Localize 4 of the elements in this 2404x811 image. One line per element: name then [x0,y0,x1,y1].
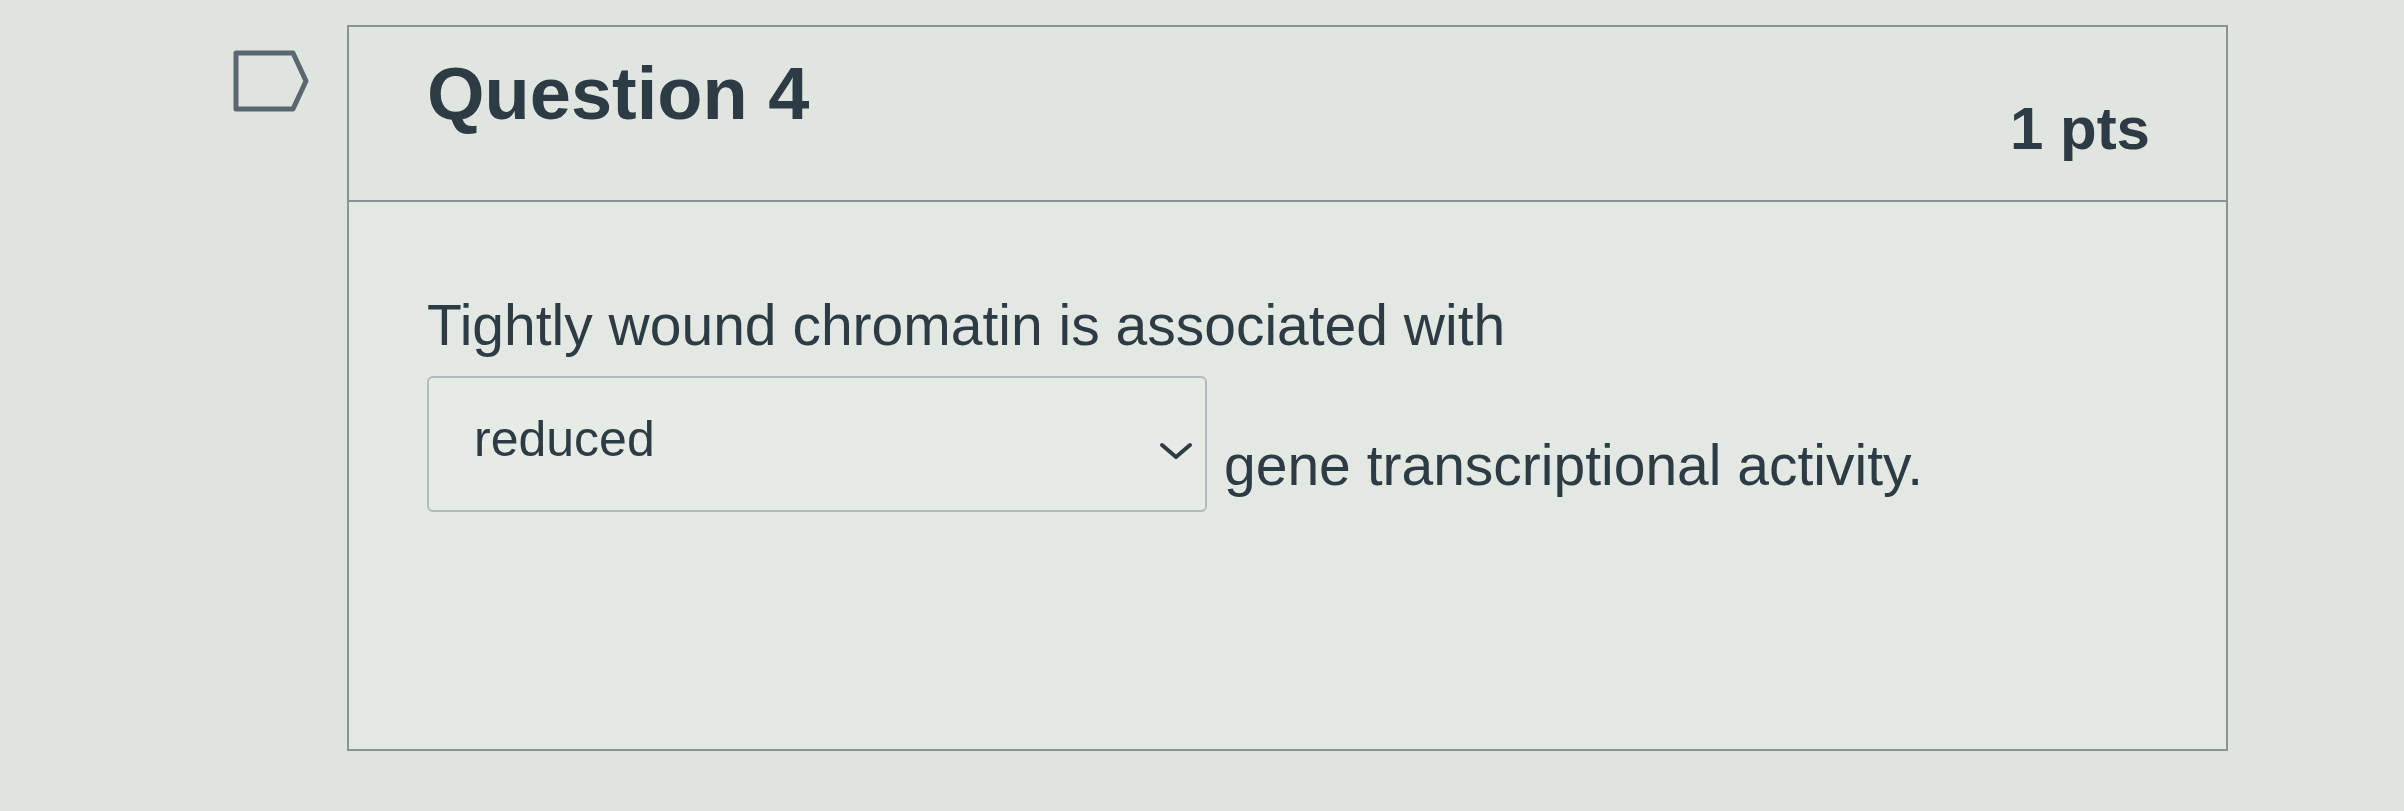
chevron-down-icon [1159,442,1193,460]
answer-dropdown[interactable]: reduced [427,376,1207,512]
bookmark-icon[interactable] [233,50,309,112]
points-label: 1 pts [2009,98,2150,159]
